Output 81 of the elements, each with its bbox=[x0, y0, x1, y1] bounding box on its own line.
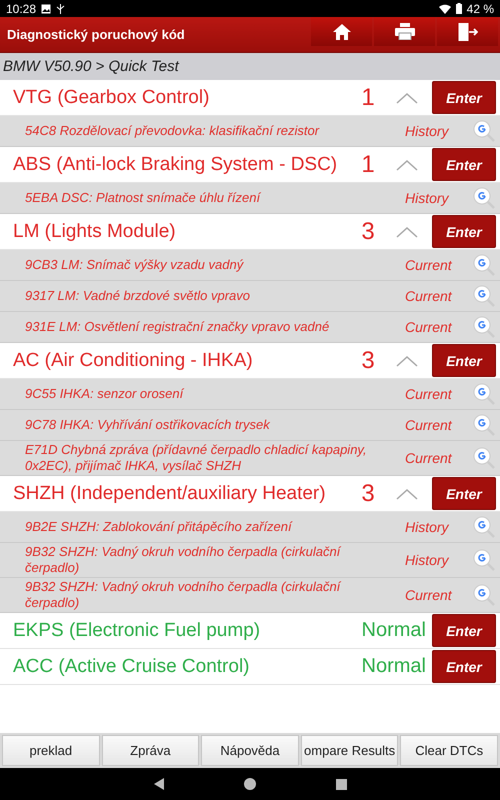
toolbar-button[interactable]: ompare Results bbox=[300, 735, 398, 766]
fault-state: Current bbox=[405, 386, 453, 402]
exit-button[interactable] bbox=[437, 17, 498, 46]
toolbar-button[interactable]: preklad bbox=[2, 735, 100, 766]
home-button[interactable] bbox=[311, 17, 372, 46]
fault-state: Current bbox=[405, 417, 453, 433]
google-search-icon[interactable] bbox=[473, 316, 495, 338]
collapse-chevron-icon[interactable] bbox=[396, 158, 418, 170]
fault-description: E71D Chybná zpráva (přídavné čerpadlo chladicí kapapiny, 0x2EC), přijímač IHKA, vysílač SHZH bbox=[25, 442, 368, 474]
enter-button[interactable]: Enter bbox=[432, 614, 496, 647]
enter-button[interactable]: Enter bbox=[432, 344, 496, 377]
enter-button[interactable]: Enter bbox=[432, 81, 496, 114]
recents-icon[interactable] bbox=[336, 778, 346, 790]
toolbar-button[interactable]: Zpráva bbox=[102, 735, 200, 766]
fault-description: 9B32 SHZH: Vadný okruh vodního čerpadla (cirkulační čerpadlo) bbox=[25, 544, 342, 576]
breadcrumb: BMW V50.90 > Quick Test bbox=[0, 53, 500, 80]
toolbar-button[interactable]: Clear DTCs bbox=[400, 735, 498, 766]
collapse-chevron-icon[interactable] bbox=[396, 92, 418, 104]
google-search-icon[interactable] bbox=[473, 549, 495, 571]
fault-count: 3 bbox=[360, 346, 376, 374]
fault-description: 9317 LM: Vadné brzdové světlo vpravo bbox=[25, 288, 251, 304]
fault-state: Current bbox=[405, 257, 453, 273]
exit-door-icon bbox=[458, 22, 478, 40]
collapse-chevron-icon[interactable] bbox=[396, 354, 418, 366]
enter-button[interactable]: Enter bbox=[432, 215, 496, 248]
fault-state: Current bbox=[405, 319, 453, 335]
enter-button[interactable]: Enter bbox=[432, 477, 496, 510]
google-search-icon[interactable] bbox=[473, 254, 495, 276]
fault-description: 54C8 Rozdělovací převodovka: klasifikační rezistor bbox=[25, 123, 320, 139]
image-icon bbox=[41, 4, 52, 14]
battery-percentage: 42 % bbox=[466, 2, 494, 16]
fault-count: 1 bbox=[360, 84, 376, 112]
module-name: VTG (Gearbox Control) bbox=[12, 86, 210, 108]
fault-description: 9CB3 LM: Snímač výšky vzadu vadný bbox=[25, 257, 245, 273]
fault-description: 9C78 IHKA: Vyhřívání ostřikovacích trysek bbox=[25, 417, 271, 433]
toolbar-button[interactable]: Nápověda bbox=[201, 735, 299, 766]
google-search-icon[interactable] bbox=[473, 516, 495, 538]
fault-description: 9B32 SHZH: Vadný okruh vodního čerpadla (cirkulační čerpadlo) bbox=[25, 579, 342, 611]
fault-state: History bbox=[405, 552, 450, 568]
printer-icon bbox=[394, 23, 414, 40]
google-search-icon[interactable] bbox=[473, 383, 495, 405]
fault-description: 9C55 IHKA: senzor orosení bbox=[25, 386, 186, 402]
module-name: EKPS (Electronic Fuel pump) bbox=[12, 620, 262, 642]
fault-description: 5EBA DSC: Platnost snímače úhlu řízení bbox=[25, 190, 262, 206]
fault-count: 3 bbox=[360, 218, 376, 246]
screen-title: Diagnostický poruchový kód bbox=[6, 27, 185, 42]
module-name: ACC (Active Cruise Control) bbox=[12, 656, 250, 678]
fault-description: 9B2E SHZH: Zablokování přitápěcího zařízení bbox=[25, 519, 294, 535]
home-icon bbox=[332, 24, 350, 40]
fault-state: Current bbox=[405, 587, 453, 603]
module-name: ABS (Anti-lock Braking System - DSC) bbox=[12, 154, 338, 176]
module-name: LM (Lights Module) bbox=[12, 220, 177, 242]
print-button[interactable] bbox=[374, 17, 435, 46]
usb-icon bbox=[56, 4, 66, 14]
fault-state: History bbox=[405, 190, 450, 206]
google-search-icon[interactable] bbox=[473, 447, 495, 469]
fault-state: Current bbox=[405, 450, 453, 466]
enter-button[interactable]: Enter bbox=[432, 650, 496, 683]
module-name: AC (Air Conditioning - IHKA) bbox=[12, 350, 254, 372]
google-search-icon[interactable] bbox=[473, 187, 495, 209]
fault-state: Current bbox=[405, 288, 453, 304]
fault-description: 931E LM: Osvětlení registrační značky vpravo vadné bbox=[25, 319, 330, 335]
fault-count: 3 bbox=[360, 480, 376, 508]
google-search-icon[interactable] bbox=[473, 120, 495, 142]
clock: 10:28 bbox=[6, 2, 36, 16]
fault-state: History bbox=[405, 123, 450, 139]
module-name: SHZH (Independent/auxiliary Heater) bbox=[12, 482, 327, 504]
google-search-icon[interactable] bbox=[473, 414, 495, 436]
google-search-icon[interactable] bbox=[473, 285, 495, 307]
fault-state: History bbox=[405, 519, 450, 535]
wifi-icon bbox=[438, 4, 451, 14]
module-status: Normal bbox=[362, 619, 426, 642]
collapse-chevron-icon[interactable] bbox=[396, 226, 418, 238]
fault-count: 1 bbox=[360, 150, 376, 178]
enter-button[interactable]: Enter bbox=[432, 148, 496, 181]
google-search-icon[interactable] bbox=[473, 584, 495, 606]
home-icon[interactable] bbox=[244, 778, 256, 790]
module-status: Normal bbox=[362, 655, 426, 678]
battery-icon bbox=[456, 3, 462, 14]
collapse-chevron-icon[interactable] bbox=[396, 488, 418, 500]
back-icon[interactable] bbox=[154, 778, 164, 790]
